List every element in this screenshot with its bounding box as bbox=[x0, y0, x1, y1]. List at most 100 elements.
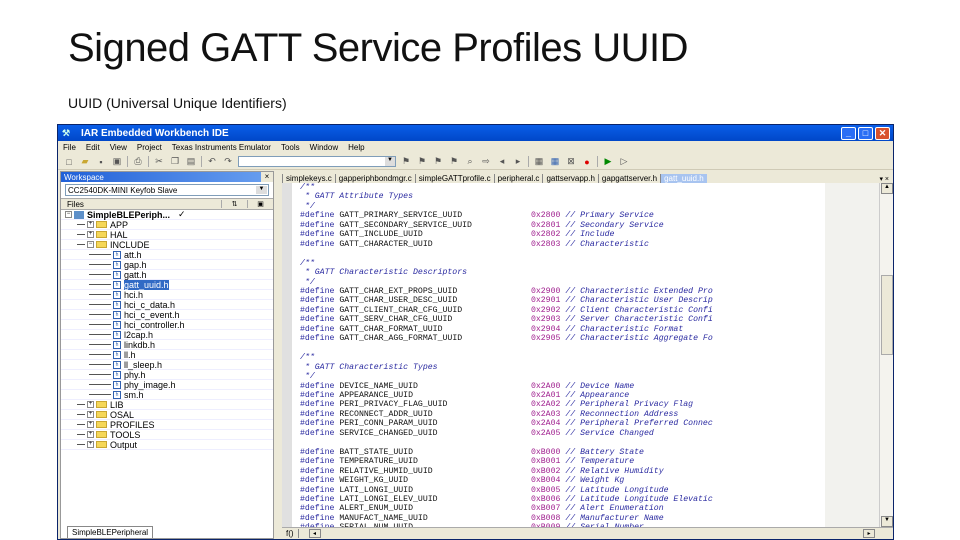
expand-toggle-icon[interactable]: + bbox=[87, 411, 94, 418]
files-column-label[interactable]: Files bbox=[67, 200, 84, 209]
expand-toggle-icon[interactable]: + bbox=[87, 441, 94, 448]
tab-gatt-uuid-h[interactable]: gatt_uuid.h bbox=[660, 174, 707, 183]
new-file-icon[interactable]: □ bbox=[63, 156, 75, 167]
save-icon[interactable]: ▪ bbox=[95, 156, 107, 167]
define-value: 0x2A05 bbox=[530, 428, 561, 438]
tree-item[interactable]: − INCLUDE bbox=[61, 240, 273, 250]
menu-file[interactable]: File bbox=[63, 143, 76, 152]
tree-item[interactable]: h hci.h bbox=[61, 290, 273, 300]
options-column-icon[interactable]: ▣ bbox=[247, 200, 273, 208]
menu-project[interactable]: Project bbox=[137, 143, 162, 152]
tree-item[interactable]: h phy_image.h bbox=[61, 380, 273, 390]
tab-simpleGATTprofile-c[interactable]: simpleGATTprofile.c bbox=[414, 174, 494, 183]
make-icon[interactable]: ▦ bbox=[549, 156, 561, 167]
tree-item[interactable]: + HAL bbox=[61, 230, 273, 240]
open-icon[interactable]: ▰ bbox=[79, 156, 91, 167]
find-icon[interactable]: ⌕ bbox=[464, 156, 476, 167]
expand-toggle-icon[interactable]: − bbox=[65, 211, 72, 218]
tree-item[interactable]: h gap.h bbox=[61, 260, 273, 270]
go-to-icon[interactable]: ⇨ bbox=[480, 156, 492, 167]
copy-icon[interactable]: ❐ bbox=[169, 156, 181, 167]
tree-item[interactable]: + Output bbox=[61, 440, 273, 450]
expand-toggle-icon[interactable]: + bbox=[87, 221, 94, 228]
workspace-tab[interactable]: SimpleBLEPeripheral bbox=[67, 526, 154, 538]
toggle-bookmark-icon[interactable]: ⚑ bbox=[400, 156, 412, 167]
tree-item[interactable]: h ll.h bbox=[61, 350, 273, 360]
sort-column-icon[interactable]: ⇅ bbox=[221, 200, 247, 208]
expand-toggle-icon[interactable]: − bbox=[87, 241, 94, 248]
tree-item[interactable]: + TOOLS bbox=[61, 430, 273, 440]
menu-window[interactable]: Window bbox=[310, 143, 338, 152]
define-value: 0xB005 bbox=[530, 485, 561, 495]
scrollbar-thumb[interactable] bbox=[881, 275, 893, 355]
navigate-back-icon[interactable]: ◂ bbox=[496, 156, 508, 167]
menu-help[interactable]: Help bbox=[348, 143, 364, 152]
maximize-button[interactable]: □ bbox=[858, 126, 873, 140]
stop-build-icon[interactable]: ⊠ bbox=[565, 156, 577, 167]
tree-item[interactable]: h gatt_uuid.h bbox=[61, 279, 273, 290]
close-button[interactable]: ✕ bbox=[875, 126, 890, 140]
print-icon[interactable]: ⎙ bbox=[132, 156, 144, 167]
scroll-left-icon[interactable]: ◂ bbox=[308, 529, 321, 538]
navigate-forward-icon[interactable]: ▸ bbox=[512, 156, 524, 167]
menu-texas-instruments-emulator[interactable]: Texas Instruments Emulator bbox=[172, 143, 271, 152]
tab-gapgattserver-h[interactable]: gapgattserver.h bbox=[597, 174, 660, 183]
configuration-select[interactable]: CC2540DK-MINI Keyfob Slave ▼ bbox=[65, 184, 269, 196]
tree-item[interactable]: h phy.h bbox=[61, 370, 273, 380]
undo-icon[interactable]: ↶ bbox=[206, 156, 218, 167]
tree-item[interactable]: h sm.h bbox=[61, 390, 273, 400]
tree-connector bbox=[89, 344, 111, 345]
define-value: 0xB000 bbox=[530, 447, 561, 457]
tree-item[interactable]: + PROFILES bbox=[61, 420, 273, 430]
clear-bookmarks-icon[interactable]: ⚑ bbox=[448, 156, 460, 167]
cut-icon[interactable]: ✂ bbox=[153, 156, 165, 167]
expand-toggle-icon[interactable]: + bbox=[87, 231, 94, 238]
tree-item[interactable]: − SimpleBLEPeriph... ✓ bbox=[61, 209, 273, 220]
expand-toggle-icon[interactable]: + bbox=[87, 431, 94, 438]
prev-bookmark-icon[interactable]: ⚑ bbox=[432, 156, 444, 167]
chevron-down-icon[interactable]: ▼ bbox=[256, 186, 267, 194]
tree-item[interactable]: + APP bbox=[61, 220, 273, 230]
download-debug-icon[interactable]: ▶ bbox=[602, 156, 614, 167]
tree-item[interactable]: h hci_controller.h bbox=[61, 320, 273, 330]
expand-toggle-icon[interactable]: + bbox=[87, 421, 94, 428]
tree-item[interactable]: h hci_c_event.h bbox=[61, 310, 273, 320]
debug-without-download-icon[interactable]: ▷ bbox=[618, 156, 630, 167]
vertical-scrollbar[interactable]: ▲ ▼ bbox=[879, 183, 893, 527]
tab-gapperiphbondmgr-c[interactable]: gapperiphbondmgr.c bbox=[334, 174, 415, 183]
code-area[interactable]: /** * GATT Attribute Types */#define GAT… bbox=[282, 183, 893, 532]
tree-item[interactable]: + LIB bbox=[61, 400, 273, 410]
tree-item[interactable]: + OSAL bbox=[61, 410, 273, 420]
tree-item[interactable]: h l2cap.h bbox=[61, 330, 273, 340]
window-titlebar[interactable]: ⚒ IAR Embedded Workbench IDE _ □ ✕ bbox=[58, 125, 893, 141]
minimize-button[interactable]: _ bbox=[841, 126, 856, 140]
tree-item[interactable]: h linkdb.h bbox=[61, 340, 273, 350]
paste-icon[interactable]: ▤ bbox=[185, 156, 197, 167]
tab-gattservapp-h[interactable]: gattservapp.h bbox=[542, 174, 597, 183]
scroll-up-icon[interactable]: ▲ bbox=[881, 183, 893, 194]
define-value: 0x2A02 bbox=[530, 400, 561, 410]
save-all-icon[interactable]: ▣ bbox=[111, 156, 123, 167]
menu-view[interactable]: View bbox=[110, 143, 127, 152]
close-workspace-icon[interactable]: × bbox=[261, 172, 273, 182]
chevron-down-icon[interactable]: ▼ bbox=[385, 157, 395, 166]
next-bookmark-icon[interactable]: ⚑ bbox=[416, 156, 428, 167]
tree-item[interactable]: h att.h bbox=[61, 250, 273, 260]
tab-controls-icon[interactable]: ▾ × bbox=[879, 175, 893, 183]
tree-item[interactable]: h gatt.h bbox=[61, 270, 273, 280]
scroll-down-icon[interactable]: ▼ bbox=[881, 516, 893, 527]
function-navigator-button[interactable]: f() bbox=[282, 529, 299, 538]
compile-icon[interactable]: ▦ bbox=[533, 156, 545, 167]
breakpoint-icon[interactable]: ● bbox=[581, 156, 593, 167]
redo-icon[interactable]: ↷ bbox=[222, 156, 234, 167]
expand-toggle-icon[interactable]: + bbox=[87, 401, 94, 408]
code-lines[interactable]: /** * GATT Attribute Types */#define GAT… bbox=[300, 183, 713, 533]
menu-edit[interactable]: Edit bbox=[86, 143, 100, 152]
tab-peripheral-c[interactable]: peripheral.c bbox=[493, 174, 543, 183]
tree-item[interactable]: h hci_c_data.h bbox=[61, 300, 273, 310]
tab-simplekeys-c[interactable]: simplekeys.c bbox=[282, 174, 335, 183]
menu-tools[interactable]: Tools bbox=[281, 143, 300, 152]
find-combo[interactable]: ▼ bbox=[238, 156, 396, 167]
scroll-right-icon[interactable]: ▸ bbox=[863, 529, 875, 538]
tree-item[interactable]: h ll_sleep.h bbox=[61, 360, 273, 370]
